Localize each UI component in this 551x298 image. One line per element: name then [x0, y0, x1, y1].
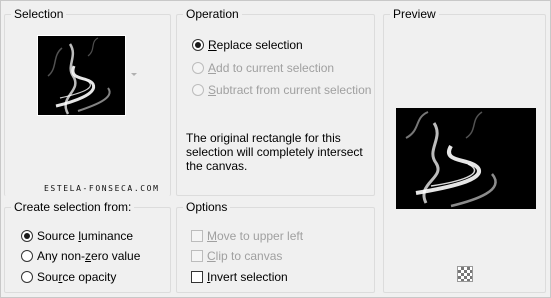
- source-opacity-label: Source opacity: [37, 270, 117, 284]
- create-selection-group-title: Create selection from:: [11, 199, 135, 215]
- operation-group-title: Operation: [183, 6, 242, 22]
- subtract-from-selection-radio[interactable]: Subtract from current selection: [192, 81, 371, 99]
- any-non-zero-label: Any non-zero value: [37, 249, 141, 263]
- radio-indicator[interactable]: [21, 230, 33, 242]
- radio-indicator[interactable]: [192, 84, 204, 96]
- source-opacity-radio[interactable]: Source opacity: [21, 268, 116, 286]
- invert-selection-checkbox[interactable]: Invert selection: [191, 268, 288, 286]
- radio-indicator[interactable]: [192, 62, 204, 74]
- checkbox-box[interactable]: [191, 271, 203, 283]
- options-group-title: Options: [183, 199, 231, 215]
- radio-indicator[interactable]: [192, 39, 204, 51]
- watermark-text: ESTELA-FONSECA.COM: [44, 184, 160, 193]
- transparency-checker-icon[interactable]: [457, 266, 473, 282]
- operation-note: The original rectangle for this selectio…: [186, 131, 363, 173]
- move-to-upper-left-label: Move to upper left: [207, 229, 304, 243]
- selection-from-mask-dialog: { "selection": { "title": "Selection", "…: [0, 0, 551, 298]
- chevron-down-icon[interactable]: [131, 73, 137, 76]
- smoke-image: [38, 36, 125, 115]
- add-to-selection-label: Add to current selection: [208, 61, 335, 75]
- move-to-upper-left-checkbox[interactable]: Move to upper left: [191, 227, 303, 245]
- selection-group-title: Selection: [11, 6, 67, 22]
- subtract-from-selection-label: Subtract from current selection: [208, 83, 372, 97]
- clip-to-canvas-label: Clip to canvas: [207, 249, 283, 263]
- preview-image: [396, 108, 536, 209]
- source-luminance-label: Source luminance: [37, 229, 134, 243]
- any-non-zero-radio[interactable]: Any non-zero value: [21, 247, 140, 265]
- smoke-image: [396, 108, 536, 209]
- radio-indicator[interactable]: [21, 271, 33, 283]
- replace-selection-radio[interactable]: Replace selection: [192, 36, 303, 54]
- invert-selection-label: Invert selection: [207, 270, 288, 284]
- replace-selection-label: Replace selection: [208, 38, 303, 52]
- clip-to-canvas-checkbox[interactable]: Clip to canvas: [191, 247, 282, 265]
- checkbox-box[interactable]: [191, 230, 203, 242]
- selection-source-thumbnail[interactable]: [37, 35, 126, 116]
- checkbox-box[interactable]: [191, 250, 203, 262]
- radio-indicator[interactable]: [21, 250, 33, 262]
- source-luminance-radio[interactable]: Source luminance: [21, 227, 133, 245]
- preview-group-title: Preview: [390, 6, 439, 22]
- add-to-selection-radio[interactable]: Add to current selection: [192, 59, 334, 77]
